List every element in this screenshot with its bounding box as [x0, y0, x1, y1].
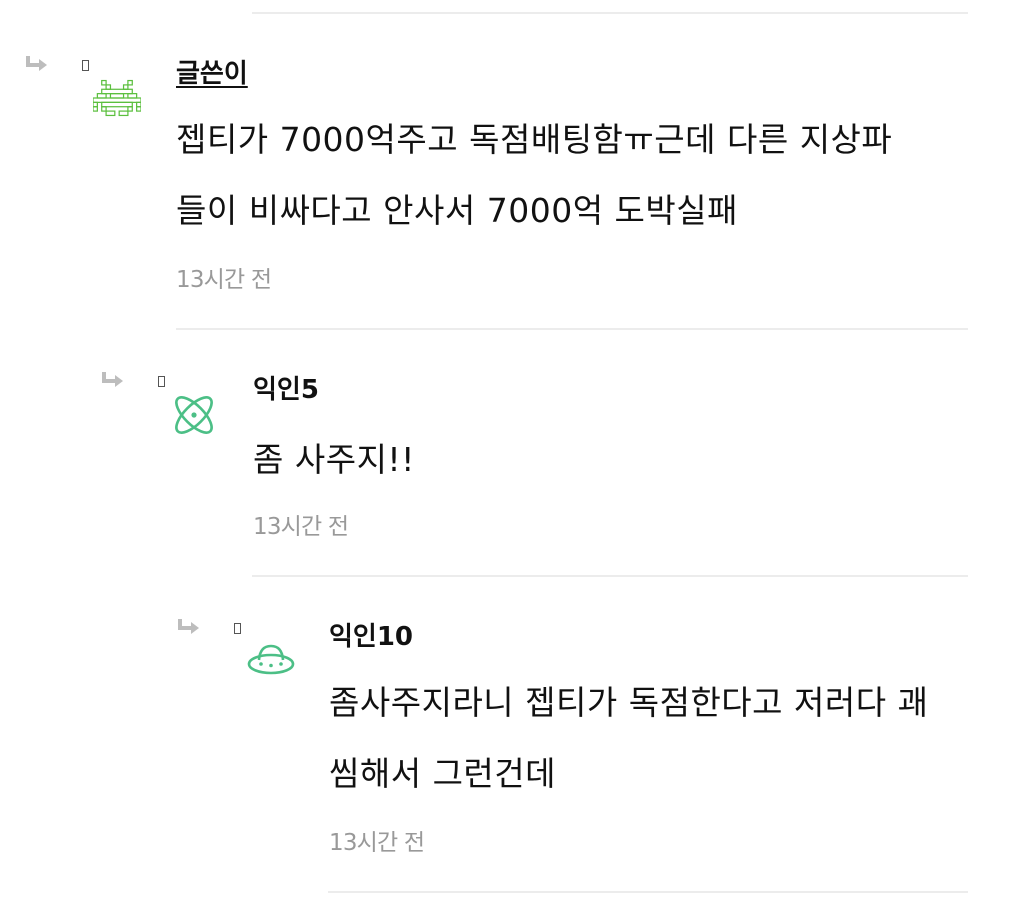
comment-text: 좀사주지라니 젭티가 독점한다고 저러다 괘 씸해서 그런건데 — [329, 667, 928, 809]
comment-text-line: 씸해서 그런건데 — [329, 754, 557, 793]
comment-timestamp: 13시간 전 — [253, 514, 349, 540]
divider — [252, 575, 968, 577]
broken-image-icon — [82, 60, 89, 71]
comment-text-line: 젭티가 7000억주고 독점배팅함ㅠ근데 다른 지상파 — [176, 120, 893, 159]
divider — [328, 891, 968, 893]
comment-text-line: 좀사주지라니 젭티가 독점한다고 저러다 괘 — [329, 683, 929, 722]
comment-text: 좀 사주지!! — [253, 424, 415, 495]
comment-text-line: 좀 사주지!! — [253, 440, 415, 479]
space-invader-icon — [93, 79, 141, 117]
broken-image-icon — [158, 376, 165, 387]
comment-author[interactable]: 글쓴이 — [176, 58, 248, 90]
reply-arrow-icon — [178, 619, 199, 634]
comment-timestamp: 13시간 전 — [329, 830, 425, 856]
reply-arrow-icon — [26, 56, 47, 71]
comment-author[interactable]: 익인5 — [253, 374, 319, 406]
divider — [176, 328, 968, 330]
comment-timestamp: 13시간 전 — [176, 267, 272, 293]
comment-author[interactable]: 익인10 — [329, 621, 413, 653]
reply-arrow-icon — [102, 372, 123, 387]
broken-image-icon — [234, 623, 241, 634]
atom-icon — [175, 396, 213, 434]
comment-text-line: 들이 비싸다고 안사서 7000억 도박실패 — [176, 191, 738, 230]
divider-top — [252, 12, 968, 14]
ufo-icon — [247, 644, 295, 675]
comment-text: 젭티가 7000억주고 독점배팅함ㅠ근데 다른 지상파 들이 비싸다고 안사서 … — [176, 104, 892, 246]
